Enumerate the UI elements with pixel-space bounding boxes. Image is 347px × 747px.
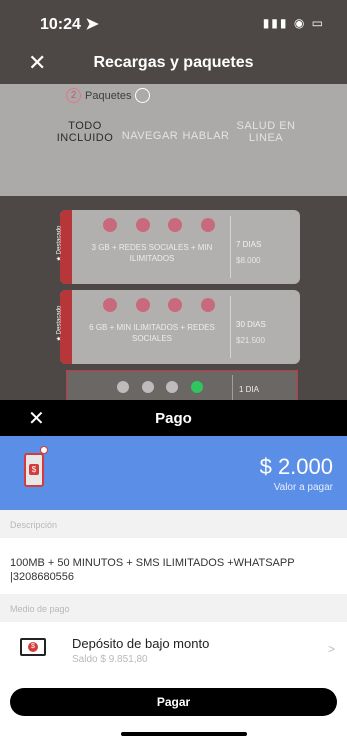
twitter-icon [168, 298, 183, 312]
top-bar: ✕ Recargas y paquetes [0, 44, 347, 84]
payment-modal: ✕ Pago $ $ 2.000 Valor a pagar Descripci… [0, 400, 347, 747]
payment-description: 100MB + 50 MINUTOS + SMS ILIMITADOS +WHA… [10, 557, 295, 583]
amount-label: Valor a pagar [273, 482, 333, 493]
package-description: 3 GB + REDES SOCIALES + MIN ILIMITADOS [91, 243, 213, 263]
method-balance: Saldo $ 9.851,80 [72, 654, 148, 665]
description-section-header: Descripción [0, 510, 347, 538]
divider [230, 216, 231, 278]
status-icons: ▮▮▮ ◉ ▭ [262, 16, 325, 30]
divider [232, 375, 233, 400]
sms-icon [141, 381, 154, 393]
package-panel: 2 Paquetes TODO INCLUIDO NAVEGAR HABLAR … [0, 84, 347, 196]
notification-dot-icon [40, 446, 48, 454]
ribbon-label: ★ Destacado [56, 225, 63, 262]
status-time: 10:24 ➤ [40, 16, 99, 33]
package-price: $21.500 [236, 336, 265, 345]
wifi-icon [117, 381, 129, 393]
payment-method-row[interactable]: $ Depósito de bajo monto Saldo $ 9.851,8… [0, 626, 347, 674]
status-bar: 10:24 ➤ ▮▮▮ ◉ ▭ [0, 0, 347, 44]
step-number: 2 [66, 88, 81, 103]
tab-hablar[interactable]: HABLAR [178, 130, 234, 142]
featured-ribbon: ★ Destacado [56, 290, 72, 364]
tab-navegar[interactable]: NAVEGAR [120, 130, 180, 142]
instagram-icon [103, 218, 118, 232]
cash-icon: $ [20, 638, 46, 656]
modal-title: Pago [155, 410, 192, 427]
modal-header: ✕ Pago [0, 400, 347, 436]
method-section-header: Medio de pago [0, 594, 347, 622]
divider [230, 296, 231, 358]
pay-button[interactable]: Pagar [10, 688, 337, 716]
description-header: Descripción [10, 520, 58, 530]
home-indicator[interactable] [121, 732, 247, 736]
step-label: Paquetes [85, 89, 132, 102]
method-name: Depósito de bajo monto [72, 636, 210, 651]
next-step-circle [135, 88, 151, 103]
phone-payment-icon: $ [24, 453, 44, 487]
package-days: 30 DIAS [236, 320, 266, 329]
facebook-icon [200, 218, 215, 232]
package-card[interactable]: ★ Destacado 3 GB + REDES SOCIALES + MIN … [56, 210, 300, 284]
stepper: 2 Paquetes [66, 88, 151, 103]
method-header: Medio de pago [10, 604, 70, 614]
chevron-right-icon: > [327, 642, 335, 656]
amount-value: $ 2.000 [259, 454, 333, 479]
page-title: Recargas y paquetes [93, 54, 254, 71]
snapchat-icon [200, 298, 215, 312]
ribbon-label: ★ Destacado [56, 305, 63, 342]
background-screen: 10:24 ➤ ▮▮▮ ◉ ▭ ✕ Recargas y paquetes 2 … [0, 0, 347, 400]
service-icons [117, 381, 203, 393]
tab-todo-incluido[interactable]: TODO INCLUIDO [56, 120, 114, 144]
phone-icon [166, 381, 179, 393]
package-days: 7 DIAS [236, 240, 262, 249]
featured-ribbon: ★ Destacado [56, 210, 72, 284]
package-days: 1 DIA [239, 385, 260, 394]
package-price: $8.000 [236, 256, 261, 265]
whatsapp-icon [190, 381, 203, 393]
facebook-icon [135, 298, 150, 312]
package-card[interactable]: 1 DIA [66, 370, 298, 400]
social-icons [94, 218, 224, 232]
category-tabs: TODO INCLUIDO NAVEGAR HABLAR SALUD EN LI… [56, 120, 316, 160]
package-description: 6 GB + MIN ILIMITADOS + REDES SOCIALES [89, 323, 215, 343]
twitter-icon [168, 218, 183, 232]
snapchat-icon [135, 218, 150, 232]
amount-banner: $ $ 2.000 Valor a pagar [0, 436, 347, 510]
tab-salud-en-linea[interactable]: SALUD EN LINEA [236, 120, 296, 144]
package-card[interactable]: ★ Destacado 6 GB + MIN ILIMITADOS + REDE… [56, 290, 300, 364]
instagram-icon [103, 298, 118, 312]
social-icons [94, 298, 224, 312]
